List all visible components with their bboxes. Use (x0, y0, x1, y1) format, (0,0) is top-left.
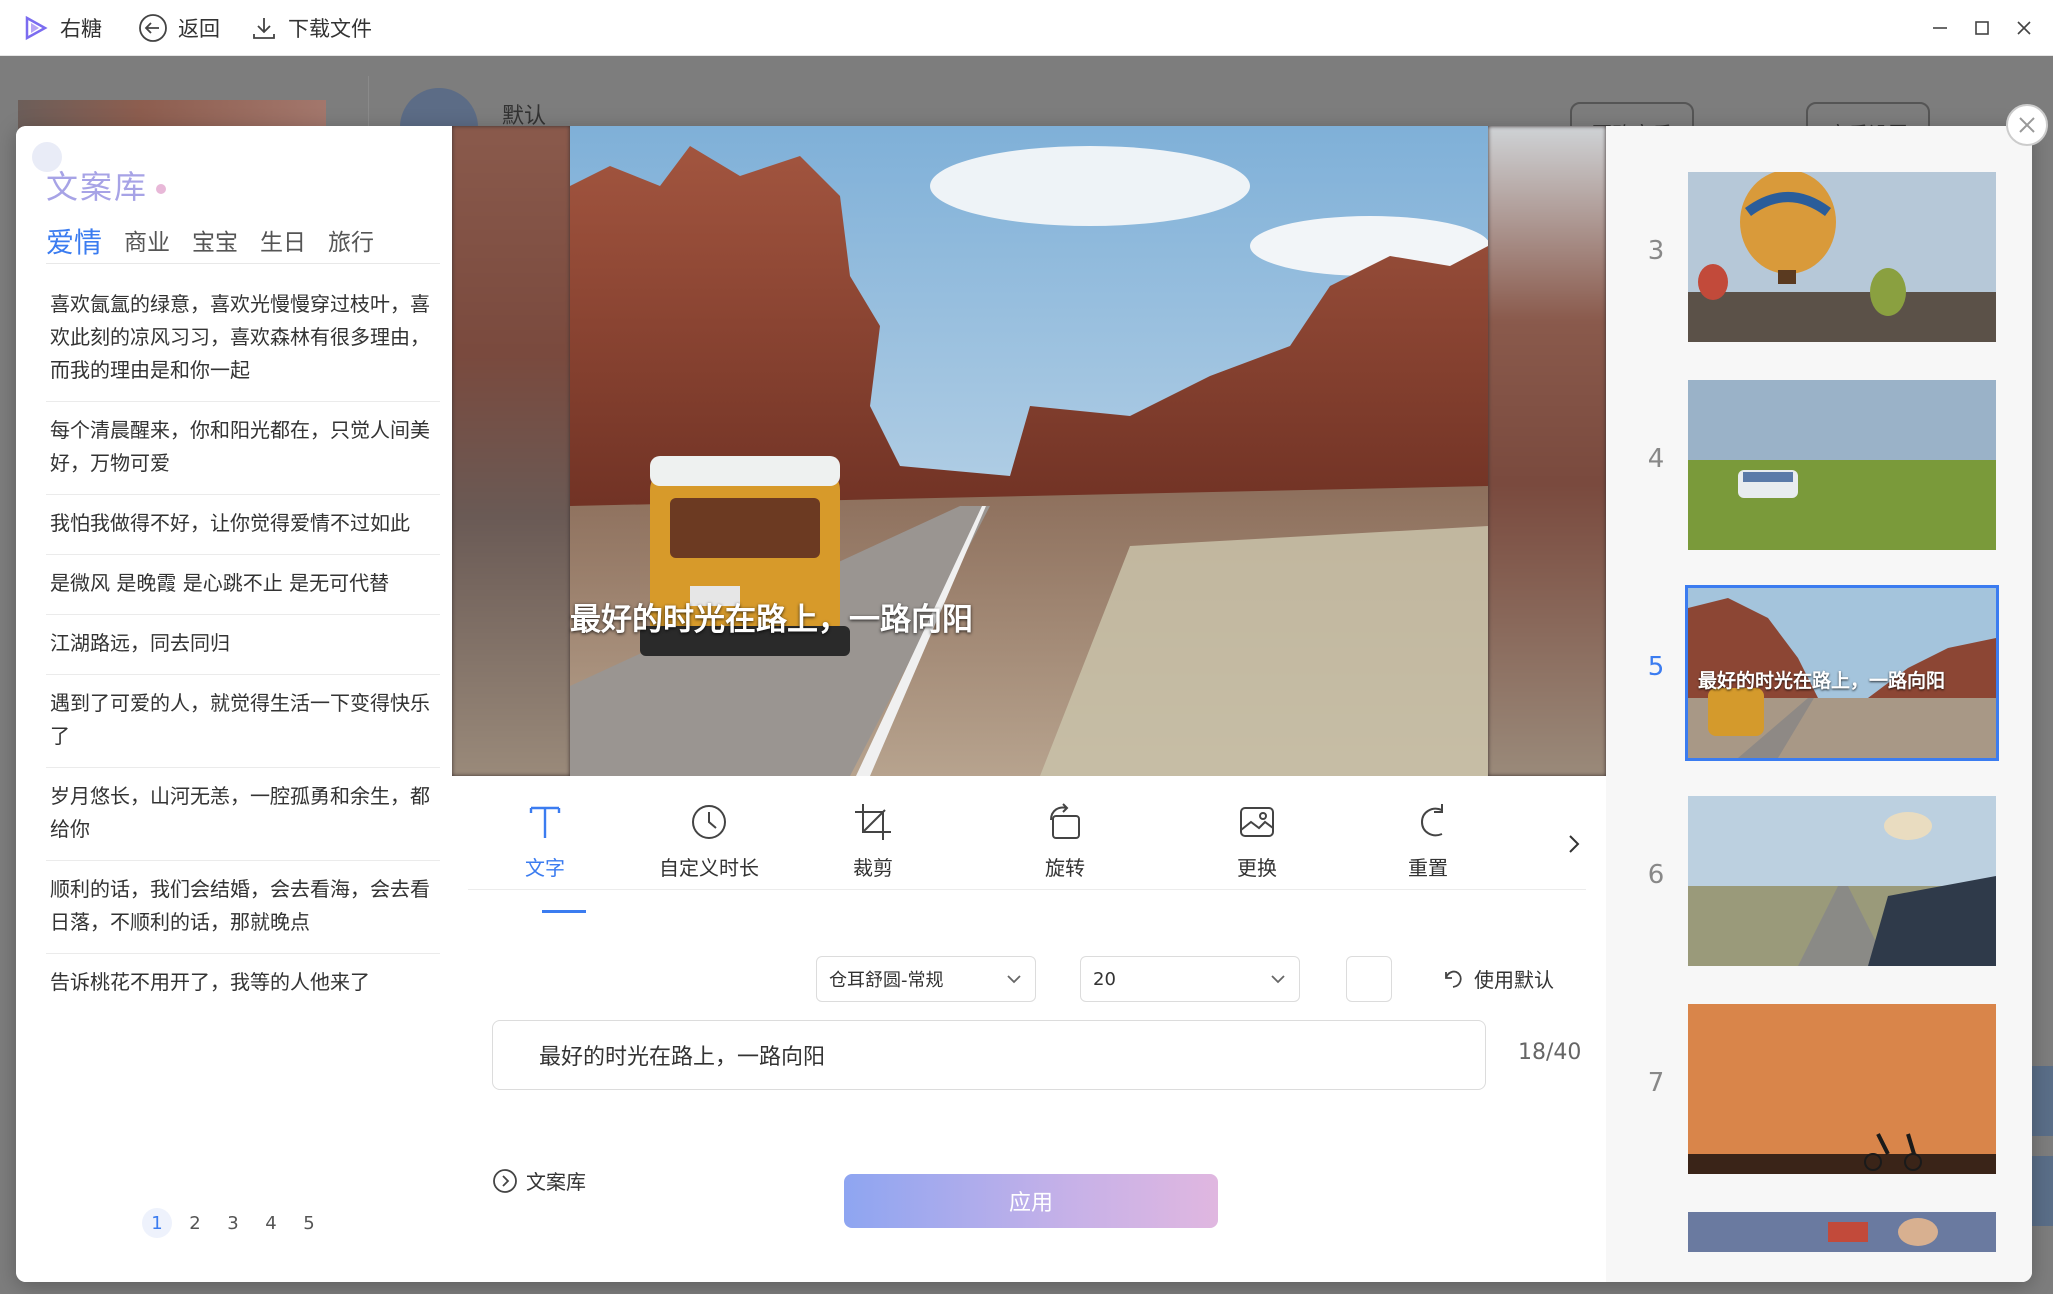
car-hat-thumbnail (1688, 796, 1996, 966)
preview-image (570, 126, 1488, 776)
text-icon (529, 806, 561, 838)
preview-caption[interactable]: 最好的时光在路上，一路向阳 (570, 594, 973, 639)
size-select[interactable]: 20 (1080, 956, 1300, 1002)
library-tabs: 爱情 商业 宝宝 生日 旅行 (46, 222, 440, 264)
list-item[interactable]: 我怕我做得不好，让你觉得爱情不过如此 (46, 495, 440, 555)
close-window-icon[interactable] (2013, 17, 2035, 39)
use-default-button[interactable]: 使用默认 (1440, 964, 1554, 993)
tab-business[interactable]: 商业 (124, 222, 170, 263)
active-tool-indicator (542, 910, 586, 913)
tab-baby[interactable]: 宝宝 (192, 222, 238, 263)
list-item[interactable]: 顺利的话，我们会结婚，会去看海，会去看日落，不顺利的话，那就晚点 (46, 861, 440, 954)
replace-image-icon (1240, 807, 1274, 837)
tool-duration[interactable]: 自定义时长 (644, 800, 774, 881)
char-count: 18/40 (1518, 1040, 1582, 1065)
clock-icon (692, 805, 726, 839)
close-icon (2019, 117, 2035, 133)
list-item[interactable]: 岁月悠长，山河无恙，一腔孤勇和余生，都给你 (46, 768, 440, 861)
title-bar: 右糖 返回 下载文件 (0, 0, 2053, 56)
app-logo-icon (25, 15, 48, 40)
back-label: 返回 (178, 16, 220, 41)
color-picker[interactable] (1346, 956, 1392, 1002)
library-link[interactable]: 文案库 (492, 1166, 586, 1195)
slide-number: 4 (1647, 444, 1665, 474)
tool-reset[interactable]: 重置 (1384, 800, 1484, 881)
list-item[interactable]: 江湖路远，同去同归 (46, 615, 440, 675)
library-list: 喜欢氤氲的绿意，喜欢光慢慢穿过枝叶，喜欢此刻的凉风习习，喜欢森林有很多理由，而我… (46, 276, 440, 1013)
tool-crop[interactable]: 裁剪 (808, 800, 938, 881)
back-button[interactable]: 返回 (138, 13, 220, 43)
apply-button[interactable]: 应用 (844, 1174, 1218, 1228)
download-icon (253, 17, 275, 39)
library-link-label: 文案库 (526, 1170, 586, 1194)
slide-caption: 最好的时光在路上，一路向阳 (1698, 670, 1946, 692)
list-item[interactable]: 每个清晨醒来，你和阳光都在，只觉人间美好，万物可爱 (46, 402, 440, 495)
page-1[interactable]: 1 (142, 1208, 172, 1238)
font-select[interactable]: 仓耳舒圆-常规 (816, 956, 1036, 1002)
slide-number: 7 (1647, 1068, 1665, 1098)
balloons-thumbnail (1688, 172, 1996, 342)
app-name: 右糖 (60, 16, 102, 41)
tab-travel[interactable]: 旅行 (328, 222, 374, 263)
app-logo: 右糖 (22, 13, 102, 43)
slide-number: 5 (1647, 652, 1665, 682)
download-button[interactable]: 下载文件 (250, 13, 372, 43)
slide-number: 6 (1647, 860, 1665, 890)
rotate-icon (1050, 803, 1080, 839)
chevron-down-icon (1271, 975, 1285, 984)
slide-thumb-8[interactable] (1688, 1212, 1996, 1252)
slide-thumb-4[interactable] (1688, 380, 1996, 550)
tools-next-button[interactable] (1562, 832, 1586, 860)
next-slide-thumbnail (1688, 1212, 1996, 1252)
list-item[interactable]: 遇到了可爱的人，就觉得生活一下变得快乐了 (46, 675, 440, 768)
chevron-down-icon (1007, 975, 1021, 984)
tool-text[interactable]: 文字 (480, 800, 610, 881)
font-select-value: 仓耳舒圆-常规 (829, 970, 944, 991)
list-item[interactable]: 喜欢氤氲的绿意，喜欢光慢慢穿过枝叶，喜欢此刻的凉风习习，喜欢森林有很多理由，而我… (46, 276, 440, 402)
copy-library-panel: 文案库 爱情 商业 宝宝 生日 旅行 喜欢氤氲的绿意，喜欢光慢慢穿过枝叶，喜欢此… (16, 126, 452, 1282)
size-select-value: 20 (1093, 968, 1116, 990)
library-title: 文案库 (46, 168, 149, 206)
slide-preview: 最好的时光在路上，一路向阳 (452, 126, 1606, 776)
caption-text-input[interactable]: 最好的时光在路上，一路向阳 (492, 1020, 1486, 1090)
back-arrow-icon (139, 13, 167, 42)
tool-rotate[interactable]: 旋转 (1000, 800, 1130, 881)
tool-bar: 文字 自定义时长 裁剪 旋转 更换 重置 (468, 790, 1586, 890)
slide-number: 3 (1647, 236, 1665, 266)
page-3[interactable]: 3 (218, 1208, 248, 1238)
slide-thumb-5[interactable]: 最好的时光在路上，一路向阳 (1685, 585, 1999, 761)
slide-list: 3 4 5 最好的时光在路上，一路向阳 6 7 (1606, 126, 2032, 1282)
tab-love[interactable]: 爱情 (46, 222, 102, 263)
chevron-circle-icon (493, 1168, 517, 1193)
undo-icon (1445, 970, 1462, 988)
close-modal-button[interactable] (2006, 104, 2048, 146)
maximize-icon[interactable] (1971, 17, 1993, 39)
slide-thumb-6[interactable] (1688, 796, 1996, 966)
slide-thumb-7[interactable] (1688, 1004, 1996, 1174)
pagination: 1 2 3 4 5 (142, 1208, 324, 1238)
minimize-icon[interactable] (1929, 17, 1951, 39)
use-default-label: 使用默认 (1474, 968, 1554, 992)
list-item[interactable]: 是微风 是晚霞 是心跳不止 是无可代替 (46, 555, 440, 615)
crop-icon (855, 804, 891, 840)
page-4[interactable]: 4 (256, 1208, 286, 1238)
page-5[interactable]: 5 (294, 1208, 324, 1238)
page-2[interactable]: 2 (180, 1208, 210, 1238)
tab-birthday[interactable]: 生日 (260, 222, 306, 263)
reset-icon (1420, 804, 1443, 837)
chevron-right-icon (1569, 835, 1580, 853)
edit-modal: 文案库 爱情 商业 宝宝 生日 旅行 喜欢氤氲的绿意，喜欢光慢慢穿过枝叶，喜欢此… (16, 126, 2032, 1282)
tool-replace[interactable]: 更换 (1192, 800, 1322, 881)
list-item[interactable]: 告诉桃花不用开了，我等的人他来了 (46, 954, 440, 1013)
van-field-thumbnail (1688, 380, 1996, 550)
download-label: 下载文件 (288, 16, 372, 41)
slide-thumb-3[interactable] (1688, 172, 1996, 342)
sunset-bikes-thumbnail (1688, 1004, 1996, 1174)
